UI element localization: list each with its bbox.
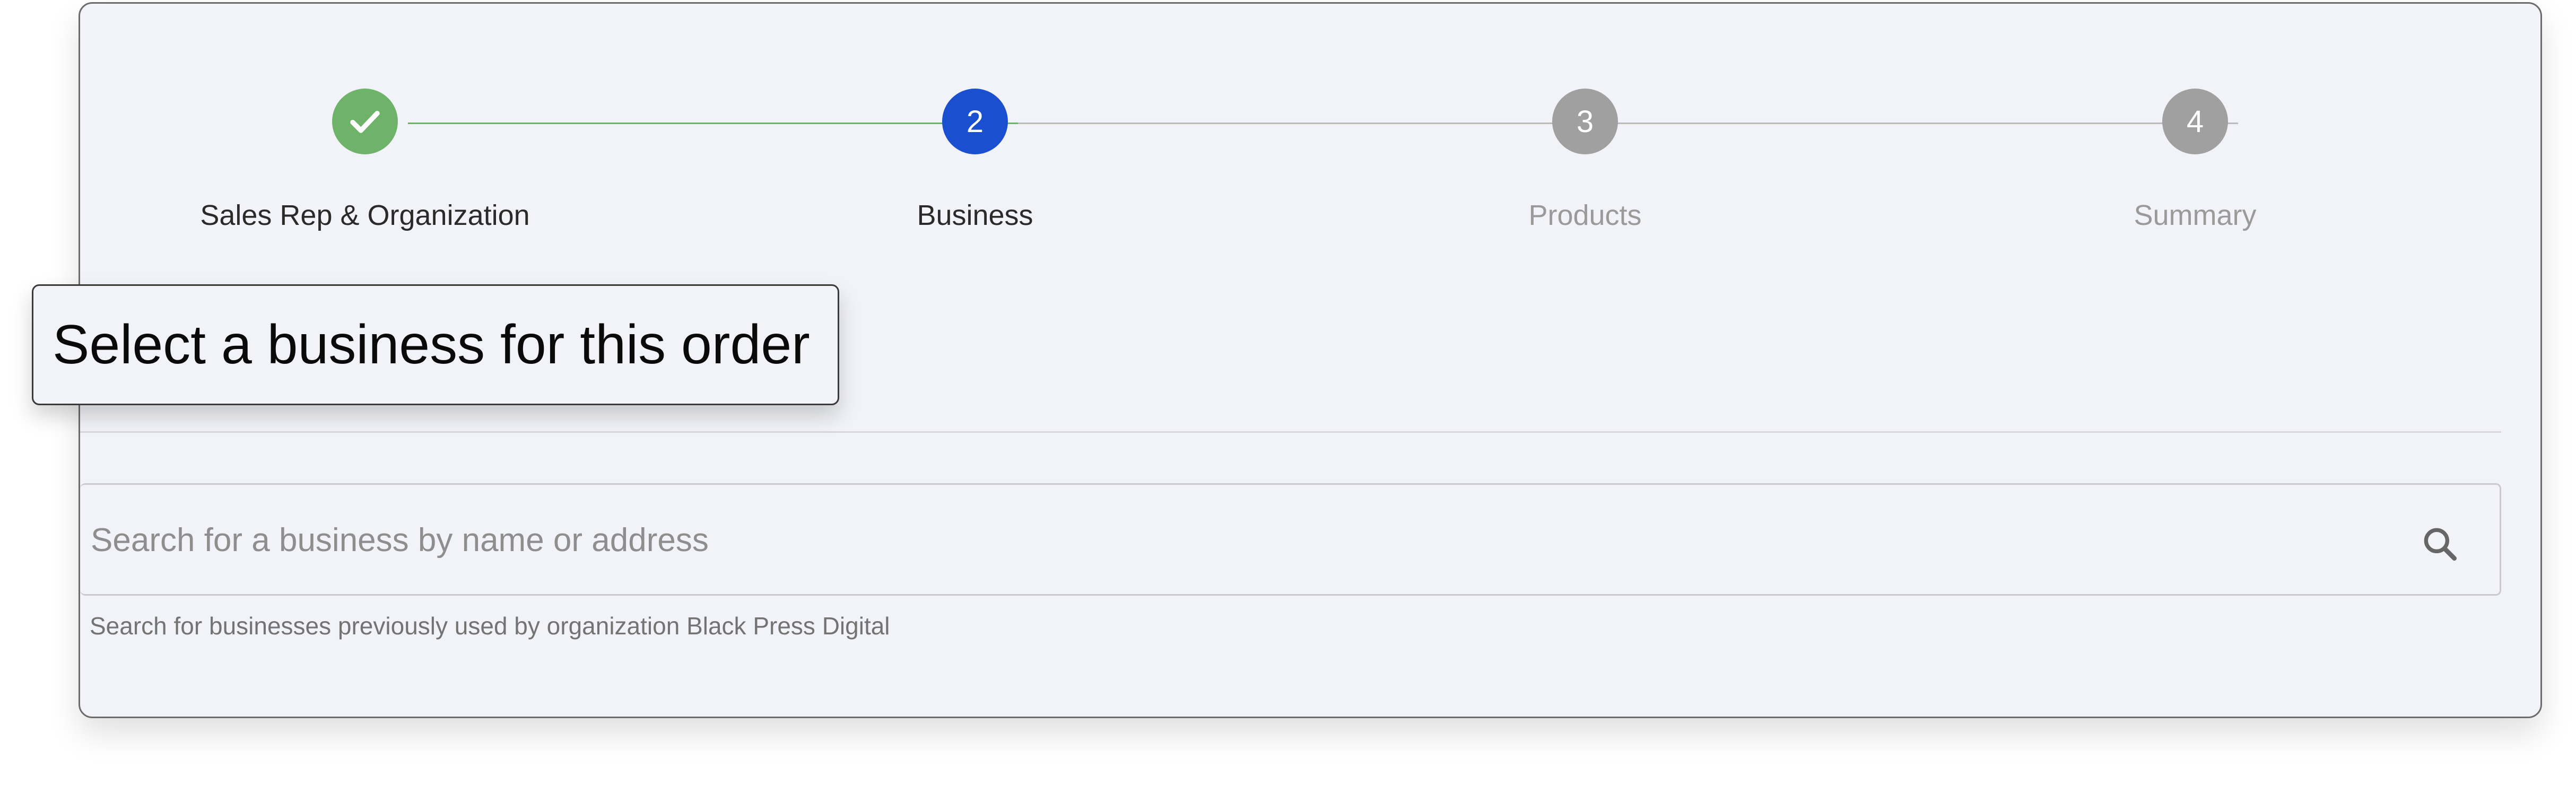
stepper: Sales Rep & Organization 2 Business 3 Pr…: [80, 4, 2540, 269]
search-icon[interactable]: [2419, 523, 2461, 565]
search-helper-text: Search for businesses previously used by…: [90, 612, 890, 640]
step-business[interactable]: 2 Business: [710, 4, 1240, 248]
business-search-field[interactable]: [80, 483, 2501, 596]
step-4-label: Summary: [2134, 199, 2257, 231]
step-1-label: Sales Rep & Organization: [200, 199, 530, 231]
step-3-label: Products: [1528, 199, 1642, 231]
step-3-circle: 3: [1552, 89, 1618, 154]
step-2-label: Business: [917, 199, 1033, 231]
step-1-circle: [332, 89, 398, 154]
step-summary[interactable]: 4 Summary: [1930, 4, 2460, 248]
step-products[interactable]: 3 Products: [1320, 4, 1850, 248]
step-4-circle: 4: [2162, 89, 2228, 154]
instruction-tooltip: Select a business for this order: [32, 284, 839, 405]
business-search-input[interactable]: [90, 485, 2373, 595]
section-divider: [80, 431, 2501, 433]
step-2-circle: 2: [942, 89, 1008, 154]
check-icon: [345, 102, 385, 141]
step-sales-rep-organization[interactable]: Sales Rep & Organization: [100, 4, 630, 248]
